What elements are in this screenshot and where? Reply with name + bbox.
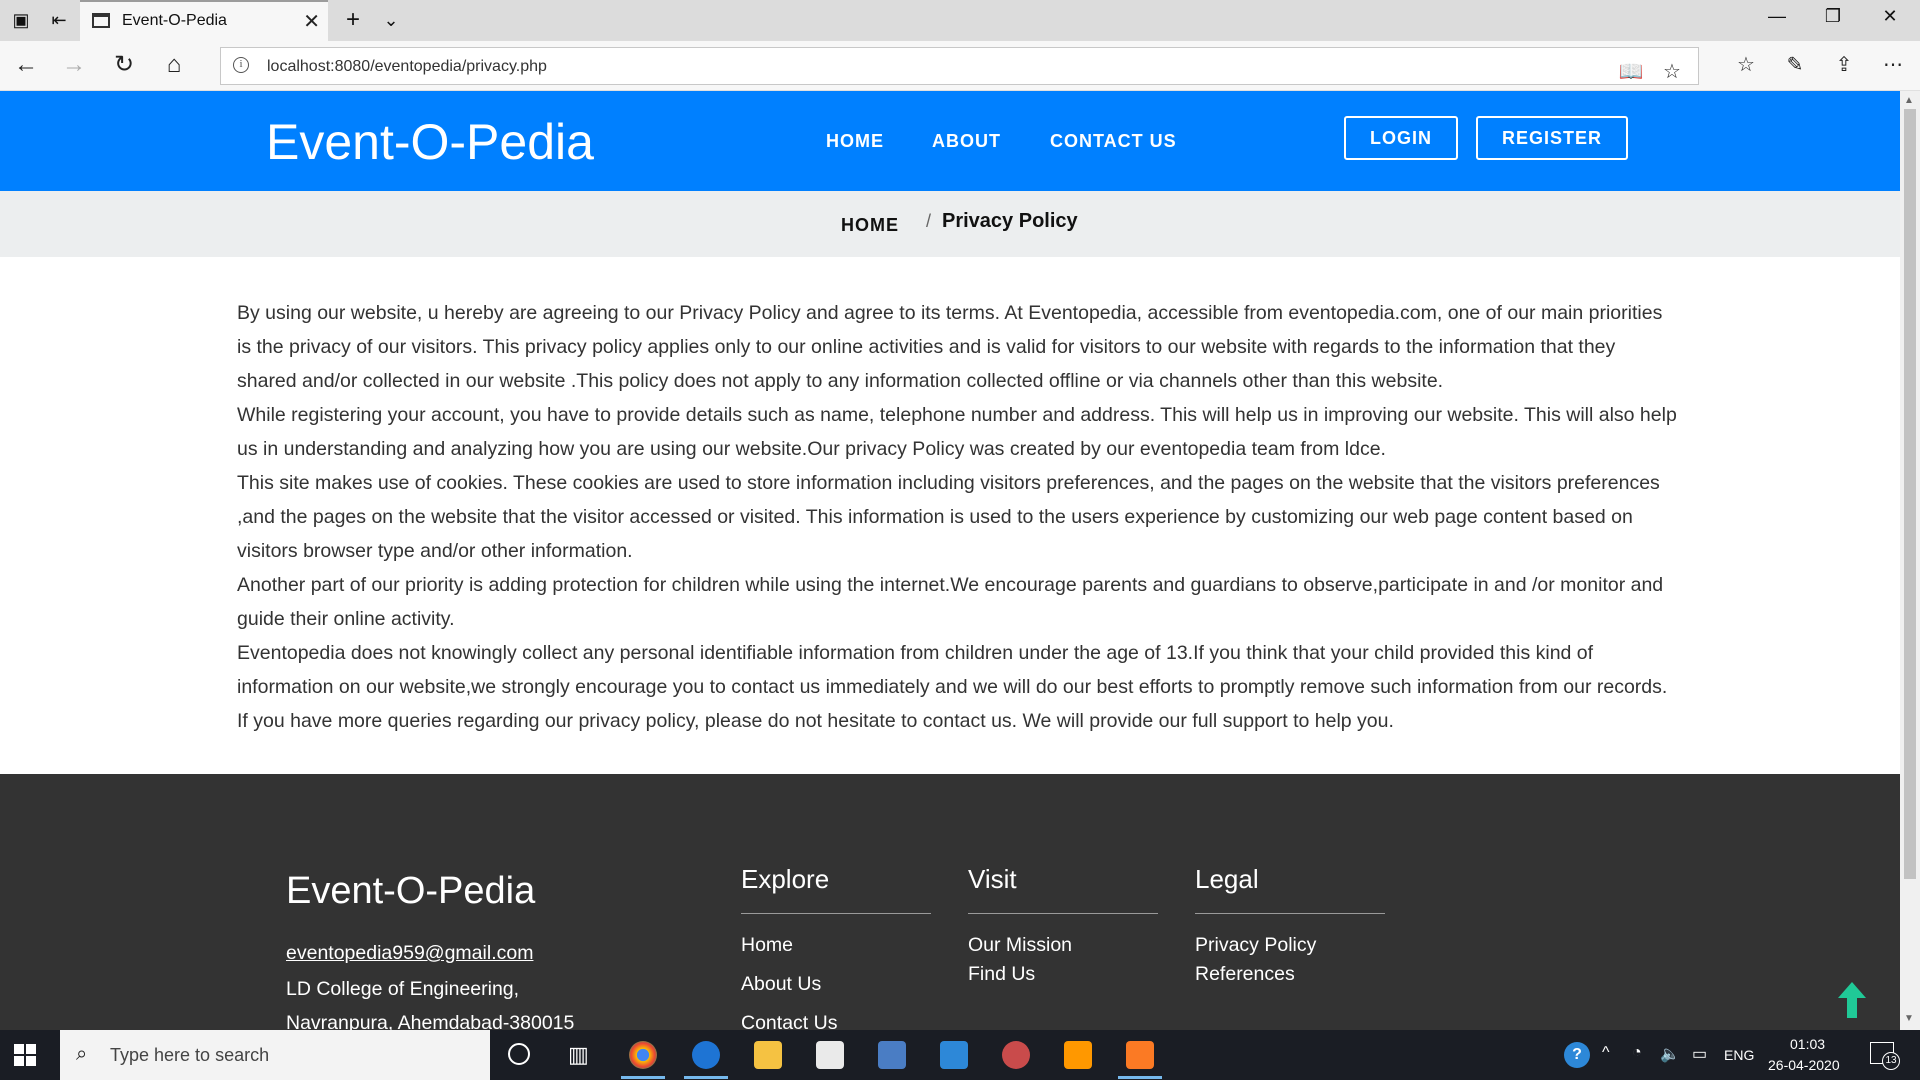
favorite-star-icon[interactable]: ☆ bbox=[1657, 59, 1687, 84]
mail-icon[interactable] bbox=[940, 1041, 968, 1069]
more-options-icon[interactable]: ⋯ bbox=[1878, 52, 1908, 77]
site-info-icon[interactable]: i bbox=[233, 57, 249, 73]
breadcrumb-home[interactable]: HOME bbox=[841, 215, 899, 236]
sublime-text-icon[interactable] bbox=[1064, 1041, 1092, 1069]
browser-tab[interactable]: Event-O-Pedia ✕ bbox=[80, 0, 328, 41]
edge-icon[interactable] bbox=[692, 1041, 720, 1069]
footer-link-find-us[interactable]: Find Us bbox=[968, 963, 1158, 986]
language-indicator[interactable]: ENG bbox=[1724, 1047, 1754, 1063]
home-icon[interactable]: ⌂ bbox=[156, 51, 192, 79]
scroll-down-icon[interactable]: ▼ bbox=[1904, 1013, 1914, 1024]
site-brand[interactable]: Event-O-Pedia bbox=[266, 113, 594, 171]
url-text: localhost:8080/eventopedia/privacy.php bbox=[267, 58, 547, 75]
file-explorer-icon[interactable] bbox=[754, 1041, 782, 1069]
search-icon: ⌕ bbox=[76, 1043, 88, 1065]
breadcrumb-current: Privacy Policy bbox=[942, 210, 1078, 232]
site-header: Event-O-Pedia HOME ABOUT CONTACT US LOGI… bbox=[0, 91, 1900, 191]
footer-visit-heading: Visit bbox=[968, 864, 1158, 914]
tab-title: Event-O-Pedia bbox=[122, 12, 227, 29]
nav-about[interactable]: ABOUT bbox=[932, 131, 1001, 152]
chrome-running-indicator bbox=[621, 1076, 665, 1079]
footer-email-link[interactable]: eventopedia959@gmail.com bbox=[286, 942, 533, 965]
footer-explore-column: Explore Home About Us Contact Us bbox=[741, 864, 931, 1030]
paint-icon[interactable] bbox=[1002, 1041, 1030, 1069]
back-icon[interactable]: ← bbox=[8, 51, 44, 79]
battery-icon[interactable]: ▭ bbox=[1692, 1044, 1707, 1064]
policy-paragraph: This site makes use of cookies. These co… bbox=[237, 472, 1660, 562]
policy-paragraph: Eventopedia does not knowingly collect a… bbox=[237, 642, 1668, 698]
footer-legal-heading: Legal bbox=[1195, 864, 1385, 914]
edge-running-indicator bbox=[684, 1076, 728, 1079]
xampp-running-indicator bbox=[1118, 1076, 1162, 1079]
pen-icon[interactable]: ✎ bbox=[1780, 52, 1810, 77]
task-view-icon[interactable]: ▥ bbox=[568, 1042, 589, 1068]
register-button[interactable]: REGISTER bbox=[1476, 116, 1628, 160]
footer-address-line: LD College of Engineering, bbox=[286, 978, 520, 1000]
notification-count-badge: 13 bbox=[1882, 1052, 1900, 1070]
xampp-icon[interactable] bbox=[1126, 1041, 1154, 1069]
chevron-down-icon[interactable]: ⌄ bbox=[378, 8, 404, 32]
cortana-icon[interactable] bbox=[508, 1043, 530, 1065]
browser-tab-bar: ▣ ⇤ Event-O-Pedia ✕ + ⌄ — ❐ ✕ bbox=[0, 0, 1920, 41]
footer-link-home[interactable]: Home bbox=[741, 934, 931, 957]
taskbar-search-input[interactable]: ⌕ Type here to search bbox=[60, 1030, 490, 1080]
footer-link-our-mission[interactable]: Our Mission bbox=[968, 934, 1158, 957]
footer-link-references[interactable]: References bbox=[1195, 963, 1385, 986]
clock-date[interactable]: 26-04-2020 bbox=[1768, 1057, 1840, 1073]
close-tab-icon[interactable]: ✕ bbox=[303, 9, 320, 34]
breadcrumb: HOME / Privacy Policy bbox=[0, 191, 1900, 257]
url-input[interactable]: i localhost:8080/eventopedia/privacy.php… bbox=[220, 47, 1699, 85]
restore-icon[interactable]: ❐ bbox=[1813, 6, 1853, 27]
forward-icon[interactable]: → bbox=[56, 51, 92, 79]
policy-paragraph: If you have more queries regarding our p… bbox=[237, 710, 1394, 732]
network-icon[interactable]: ◔ bbox=[1632, 1044, 1642, 1062]
new-tab-icon[interactable]: + bbox=[340, 8, 366, 32]
computer-icon[interactable] bbox=[878, 1041, 906, 1069]
nav-home[interactable]: HOME bbox=[826, 131, 884, 152]
chevron-up-icon[interactable]: ^ bbox=[1602, 1044, 1610, 1062]
footer-link-contact-us[interactable]: Contact Us bbox=[741, 1012, 931, 1030]
policy-paragraph: Another part of our priority is adding p… bbox=[237, 574, 1664, 630]
store-icon[interactable] bbox=[816, 1041, 844, 1069]
site-footer: Event-O-Pedia eventopedia959@gmail.com L… bbox=[0, 774, 1900, 1030]
scrollbar-thumb[interactable] bbox=[1904, 109, 1916, 879]
favorites-list-icon[interactable]: ☆ bbox=[1731, 52, 1761, 77]
footer-brand: Event-O-Pedia bbox=[286, 870, 536, 912]
windows-taskbar: ⌕ Type here to search ▥ ? ^ ◔ 🔈 ▭ ENG 01… bbox=[0, 1030, 1920, 1080]
reading-view-icon[interactable]: 📖 bbox=[1616, 59, 1646, 84]
volume-icon[interactable]: 🔈 bbox=[1660, 1044, 1680, 1064]
footer-explore-heading: Explore bbox=[741, 864, 931, 914]
chrome-icon[interactable] bbox=[629, 1041, 657, 1069]
windows-start-icon[interactable] bbox=[14, 1044, 36, 1066]
close-window-icon[interactable]: ✕ bbox=[1870, 6, 1910, 27]
clock-time[interactable]: 01:03 bbox=[1790, 1036, 1825, 1052]
page-viewport: Event-O-Pedia HOME ABOUT CONTACT US LOGI… bbox=[0, 91, 1900, 1030]
footer-legal-column: Legal Privacy Policy References bbox=[1195, 864, 1385, 992]
breadcrumb-separator: / bbox=[926, 211, 932, 231]
policy-paragraph: By using our website, u hereby are agree… bbox=[237, 302, 1663, 392]
help-icon[interactable]: ? bbox=[1564, 1042, 1590, 1068]
back-to-top-icon[interactable] bbox=[1838, 982, 1866, 1018]
minimize-icon[interactable]: — bbox=[1757, 6, 1797, 27]
tab-actions-icon[interactable]: ▣ bbox=[8, 8, 34, 32]
policy-paragraph: While registering your account, you have… bbox=[237, 404, 1677, 460]
page-scrollbar[interactable]: ▲ ▼ bbox=[1900, 91, 1920, 1030]
footer-address-line: Navranpura, Ahemdabad-380015 bbox=[286, 1012, 575, 1030]
nav-contact-us[interactable]: CONTACT US bbox=[1050, 131, 1177, 152]
login-button[interactable]: LOGIN bbox=[1344, 116, 1458, 160]
set-aside-tabs-icon[interactable]: ⇤ bbox=[46, 8, 72, 32]
page-icon bbox=[92, 13, 110, 28]
browser-address-bar: ← → ↻ ⌂ i localhost:8080/eventopedia/pri… bbox=[0, 41, 1920, 91]
footer-link-privacy-policy[interactable]: Privacy Policy bbox=[1195, 934, 1385, 957]
footer-link-about-us[interactable]: About Us bbox=[741, 973, 931, 996]
scroll-up-icon[interactable]: ▲ bbox=[1904, 95, 1914, 106]
refresh-icon[interactable]: ↻ bbox=[106, 51, 142, 79]
share-icon[interactable]: ⇪ bbox=[1829, 52, 1859, 77]
footer-visit-column: Visit Our Mission Find Us bbox=[968, 864, 1158, 992]
taskbar-search-placeholder: Type here to search bbox=[110, 1045, 270, 1065]
privacy-policy-content: By using our website, u hereby are agree… bbox=[237, 296, 1677, 738]
